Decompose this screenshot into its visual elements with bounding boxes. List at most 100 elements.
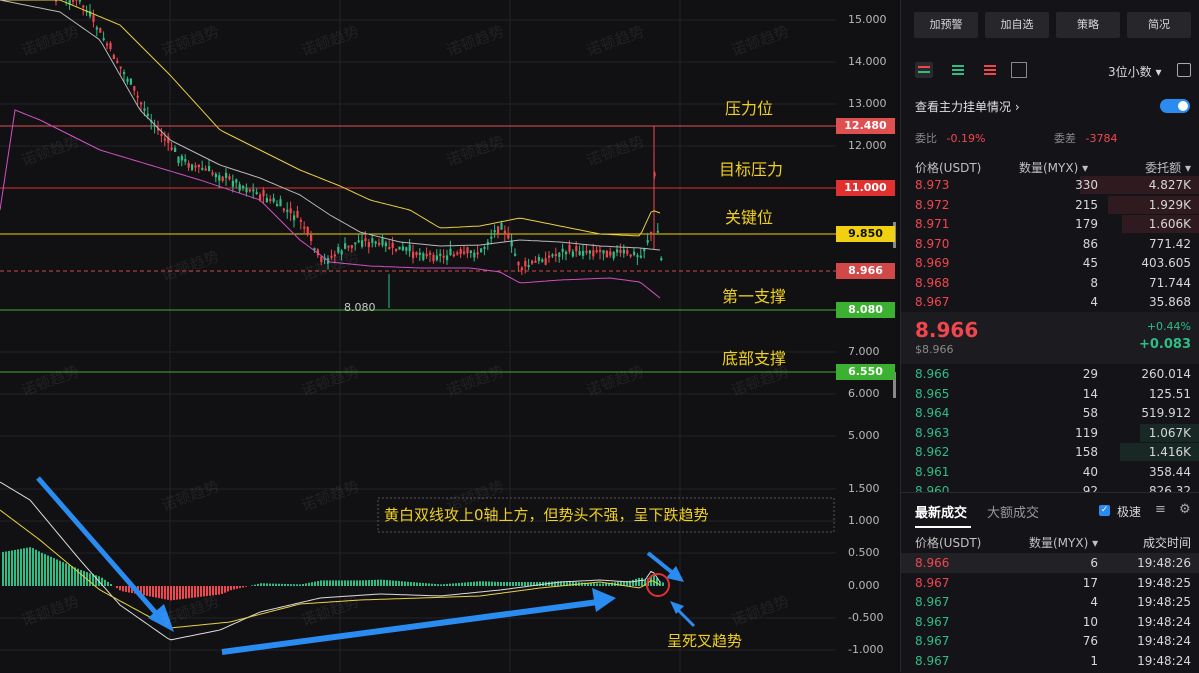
trade-row[interactable]: 8.9671719:48:25 [901, 573, 1199, 593]
bid-row[interactable]: 8.96458519.912 [901, 403, 1199, 423]
more-options-icon[interactable] [1177, 63, 1191, 77]
trade-row[interactable]: 8.967419:48:25 [901, 592, 1199, 612]
change-abs: +0.083 [1139, 337, 1191, 352]
row-qty: 119 [1075, 423, 1098, 443]
candle-body [630, 254, 632, 256]
tab-large-trades[interactable]: 大额成交 [987, 502, 1039, 521]
macd-bar [392, 581, 394, 586]
ask-row[interactable]: 8.9733304.827K [901, 175, 1199, 195]
candle-body [511, 241, 513, 246]
macd-bar [269, 584, 271, 586]
main-order-link[interactable]: 查看主力挂单情况 › [915, 98, 1020, 115]
y-axis-label: 13.000 [848, 97, 896, 110]
candle-body [177, 157, 179, 163]
add-watchlist-button[interactable]: 加自选 [985, 12, 1049, 38]
orderbook-bids-icon[interactable] [949, 62, 967, 78]
price-tag-target: 11.000 [836, 180, 895, 196]
bid-row[interactable]: 8.9621581.416K [901, 442, 1199, 462]
ratio-row: 委比 -0.19% [915, 130, 985, 146]
candle-body [96, 27, 98, 29]
candle-body [361, 240, 363, 247]
macd-bar [455, 583, 457, 586]
col-amount-label: 委托额 [1145, 161, 1181, 175]
candle-body [228, 176, 230, 179]
macd-axis-label: 1.500 [848, 482, 896, 495]
macd-bar [311, 582, 313, 586]
row-qty: 58 [1083, 403, 1098, 423]
candle-body [75, 0, 77, 1]
strategy-button[interactable]: 策略 [1056, 12, 1120, 38]
candle-body [242, 186, 244, 188]
candle-body [426, 254, 428, 256]
macd-bar [302, 584, 304, 586]
macd-bar [239, 586, 241, 588]
candle-body [500, 223, 502, 230]
ask-row[interactable]: 8.968871.744 [901, 273, 1199, 293]
row-time: 19:48:24 [1137, 631, 1191, 651]
macd-bar [65, 563, 67, 586]
candle-body [266, 198, 268, 202]
candle-body [466, 247, 468, 253]
macd-bar [659, 581, 661, 586]
trade-row[interactable]: 8.967119:48:24 [901, 651, 1199, 671]
candle-body [222, 177, 224, 181]
row-time: 19:48:25 [1137, 592, 1191, 612]
fast-checkbox[interactable]: ✓ [1099, 505, 1110, 516]
annotation-death-cross: 呈死叉趋势 [667, 630, 742, 651]
candle-body [582, 251, 584, 256]
settings-icon[interactable]: ⚙ [1179, 502, 1191, 517]
up-arrow-head [592, 588, 616, 612]
sort-icon: ▾ [1185, 161, 1191, 175]
orderbook-asks-icon[interactable] [981, 62, 999, 78]
decimal-select[interactable]: 3位小数 ▾ [1108, 63, 1162, 80]
macd-bar [491, 582, 493, 586]
macd-bar [599, 584, 601, 586]
row-amount: 4.827K [1149, 175, 1191, 195]
bid-row[interactable]: 8.9631191.067K [901, 423, 1199, 443]
macd-bar [437, 584, 439, 586]
candle-body [174, 148, 176, 152]
macd-bar [194, 586, 196, 598]
main-order-toggle[interactable] [1160, 99, 1190, 113]
macd-bar [35, 550, 37, 586]
summary-button[interactable]: 简况 [1127, 12, 1191, 38]
trades-col-price: 价格(USDT) [915, 533, 981, 553]
candle-body [273, 198, 275, 202]
ask-row[interactable]: 8.9711791.606K [901, 214, 1199, 234]
diff-value: -3784 [1086, 132, 1118, 145]
macd-bar [125, 586, 127, 592]
filter-icon[interactable]: ≡ [1155, 502, 1166, 517]
row-amount: 403.605 [1141, 253, 1191, 273]
candle-body [358, 240, 360, 242]
macd-bar [317, 581, 319, 586]
chart-area[interactable]: 诺顿趋势 诺顿趋势 诺顿趋势 诺顿趋势 诺顿趋势 诺顿趋势 诺顿趋势 诺顿趋势 … [0, 0, 896, 672]
bid-row[interactable]: 8.96629260.014 [901, 364, 1199, 384]
macd-bar [503, 582, 505, 586]
row-price: 8.967 [915, 592, 949, 612]
ask-row[interactable]: 8.96945403.605 [901, 253, 1199, 273]
ask-row[interactable]: 8.9722151.929K [901, 195, 1199, 215]
macd-bar [638, 578, 640, 586]
candle-body [137, 96, 139, 98]
y-axis-label: 5.000 [848, 429, 896, 442]
candle-body [470, 251, 472, 253]
trade-row[interactable]: 8.966619:48:26 [901, 553, 1199, 573]
row-price: 8.967 [915, 612, 949, 632]
candle-body [409, 245, 411, 252]
trades-col-qty-label: 数量(MYX) [1029, 536, 1088, 550]
trade-row[interactable]: 8.9677619:48:24 [901, 631, 1199, 651]
low-marker-label: 8.080 [344, 301, 376, 314]
add-alert-button[interactable]: 加预警 [914, 12, 978, 38]
macd-bar [266, 583, 268, 586]
ask-row[interactable]: 8.967435.868 [901, 292, 1199, 312]
trade-row[interactable]: 8.9671019:48:24 [901, 612, 1199, 632]
tab-latest-trades[interactable]: 最新成交 [915, 502, 967, 521]
candle-body [293, 215, 295, 220]
bid-row[interactable]: 8.96140358.44 [901, 462, 1199, 482]
ask-row[interactable]: 8.97086771.42 [901, 234, 1199, 254]
bid-row[interactable]: 8.96514125.51 [901, 384, 1199, 404]
orderbook-both-icon[interactable] [915, 62, 933, 78]
depth-chart-icon[interactable] [1011, 62, 1027, 78]
trades-col-qty[interactable]: 数量(MYX) ▾ [1029, 533, 1098, 553]
candle-body [490, 237, 492, 239]
